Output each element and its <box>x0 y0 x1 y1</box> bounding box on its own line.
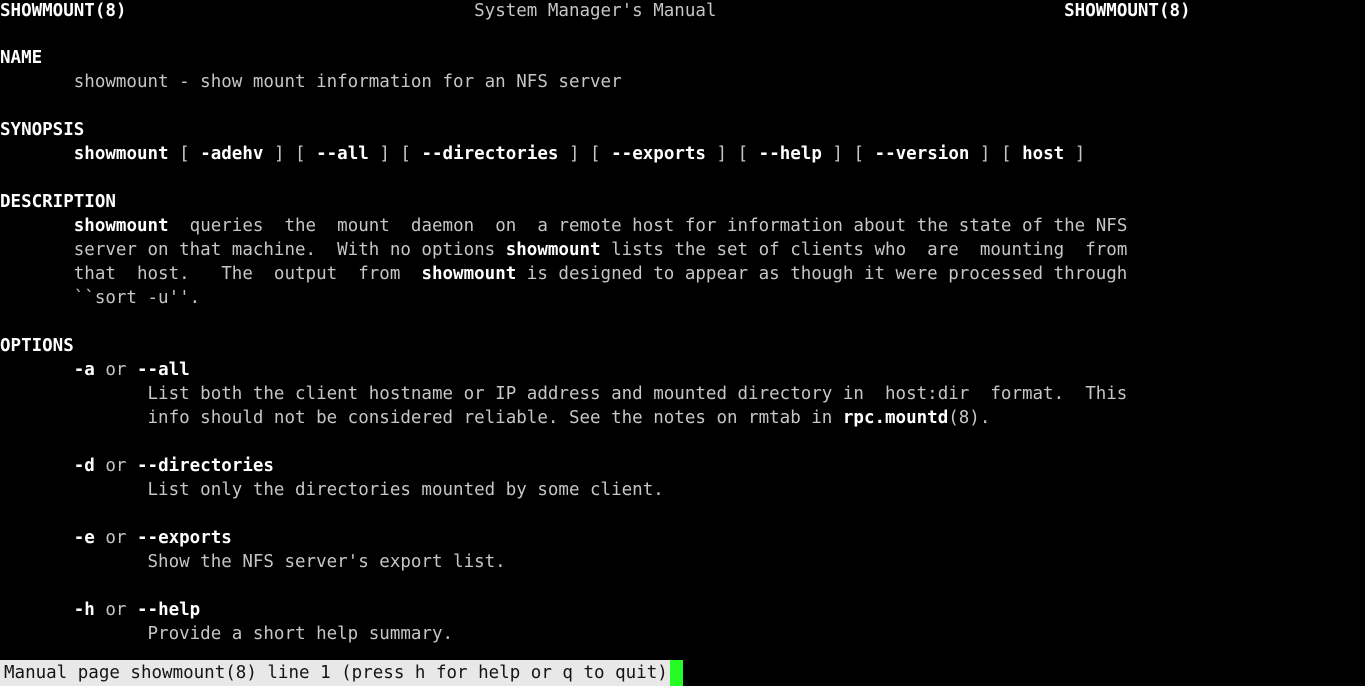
option-description-text: Show the NFS server's export list. <box>0 552 506 572</box>
option-description-text: List both the client hostname or IP addr… <box>0 384 1128 404</box>
option-description-all-line-2: info should not be considered reliable. … <box>0 406 1365 430</box>
option-long-flag-all: --all <box>137 360 190 380</box>
description-text: server on that machine. With no options <box>0 240 506 260</box>
synopsis-flag-exports: --exports <box>611 144 706 164</box>
synopsis-command-name: showmount <box>73 144 169 164</box>
option-term-directories: -d or --directories <box>0 454 1365 478</box>
option-conjunction: or <box>94 456 137 476</box>
synopsis-sep: ] [ <box>705 144 759 164</box>
description-command-name: showmount <box>73 216 169 236</box>
man-page-content[interactable]: SHOWMOUNT(8) System Manager's Manual SHO… <box>0 0 1365 686</box>
header-right-title: SHOWMOUNT(8) <box>1064 1 1191 21</box>
section-heading-options: OPTIONS <box>0 334 1365 358</box>
section-heading-options-text: OPTIONS <box>0 336 74 356</box>
option-short-flag-h: -h <box>73 600 95 620</box>
option-indent <box>0 528 74 548</box>
manpage-header-line: SHOWMOUNT(8) System Manager's Manual SHO… <box>0 0 1365 22</box>
option-short-flag-d: -d <box>73 456 95 476</box>
synopsis-flag-version: --version <box>874 144 970 164</box>
option-long-flag-directories: --directories <box>137 456 274 476</box>
option-description-exports: Show the NFS server's export list. <box>0 550 1365 574</box>
description-sort-reference: ``sort -u''. <box>0 288 201 308</box>
section-heading-name: NAME <box>0 46 1365 70</box>
pager-status-text: Manual page showmount(8) line 1 (press h… <box>0 660 670 686</box>
option-description-text: info should not be considered reliable. … <box>0 408 843 428</box>
text-cursor <box>669 660 683 686</box>
synopsis-flag-adehv: -adehv <box>200 144 264 164</box>
header-gap-right <box>716 1 1064 21</box>
option-conjunction: or <box>94 600 137 620</box>
section-heading-name-text: NAME <box>0 48 43 68</box>
synopsis-sep: ] [ <box>821 144 875 164</box>
option-indent <box>0 600 74 620</box>
header-left-title: SHOWMOUNT(8) <box>0 1 127 21</box>
name-section-body: showmount - show mount information for a… <box>0 70 1365 94</box>
synopsis-flag-all: --all <box>316 144 369 164</box>
description-text: lists the set of clients who are mountin… <box>600 240 1128 260</box>
description-text: that host. The output from <box>0 264 422 284</box>
option-indent <box>0 456 74 476</box>
description-indent <box>0 216 74 236</box>
option-conjunction: or <box>94 360 137 380</box>
pager-status-bar: Manual page showmount(8) line 1 (press h… <box>0 660 1365 686</box>
description-body-line-3: that host. The output from showmount is … <box>0 262 1365 286</box>
option-description-text: List only the directories mounted by som… <box>0 480 664 500</box>
option-term-help: -h or --help <box>0 598 1365 622</box>
option-description-help: Provide a short help summary. <box>0 622 1365 646</box>
synopsis-sep: ] [ <box>263 144 317 164</box>
synopsis-sep: [ <box>168 144 201 164</box>
section-heading-description: DESCRIPTION <box>0 190 1365 214</box>
option-short-flag-a: -a <box>73 360 95 380</box>
description-text: queries the mount daemon on a remote hos… <box>168 216 1128 236</box>
terminal-window: SHOWMOUNT(8) System Manager's Manual SHO… <box>0 0 1365 686</box>
option-long-flag-help: --help <box>137 600 201 620</box>
option-description-text: Provide a short help summary. <box>0 624 454 644</box>
section-heading-synopsis-text: SYNOPSIS <box>0 120 85 140</box>
option-term-exports: -e or --exports <box>0 526 1365 550</box>
option-indent <box>0 360 74 380</box>
option-long-flag-exports: --exports <box>137 528 232 548</box>
option-description-all-line-1: List both the client hostname or IP addr… <box>0 382 1365 406</box>
synopsis-arg-host: host <box>1022 144 1065 164</box>
option-conjunction: or <box>94 528 137 548</box>
name-description-text: showmount - show mount information for a… <box>0 72 622 92</box>
description-body-line-2: server on that machine. With no options … <box>0 238 1365 262</box>
synopsis-indent <box>0 144 74 164</box>
synopsis-sep: ] [ <box>969 144 1023 164</box>
option-term-all: -a or --all <box>0 358 1365 382</box>
description-body-line-1: showmount queries the mount daemon on a … <box>0 214 1365 238</box>
header-gap-left <box>126 1 474 21</box>
section-heading-description-text: DESCRIPTION <box>0 192 116 212</box>
section-heading-synopsis: SYNOPSIS <box>0 118 1365 142</box>
synopsis-sep: ] [ <box>368 144 422 164</box>
description-body-line-4: ``sort -u''. <box>0 286 1365 310</box>
synopsis-flag-help: --help <box>758 144 822 164</box>
synopsis-flag-directories: --directories <box>421 144 559 164</box>
description-text: is designed to appear as though it were … <box>516 264 1128 284</box>
synopsis-sep: ] [ <box>558 144 612 164</box>
manpage-cross-reference-rpc-mountd: rpc.mountd <box>842 408 949 428</box>
option-short-flag-e: -e <box>73 528 95 548</box>
option-description-directories: List only the directories mounted by som… <box>0 478 1365 502</box>
description-command-name: showmount <box>505 240 601 260</box>
manpage-cross-reference-section: (8). <box>948 408 991 428</box>
description-command-name: showmount <box>421 264 517 284</box>
synopsis-usage-line: showmount [ -adehv ] [ --all ] [ --direc… <box>0 142 1365 166</box>
header-center-title: System Manager's Manual <box>474 1 717 21</box>
synopsis-sep: ] <box>1064 144 1086 164</box>
